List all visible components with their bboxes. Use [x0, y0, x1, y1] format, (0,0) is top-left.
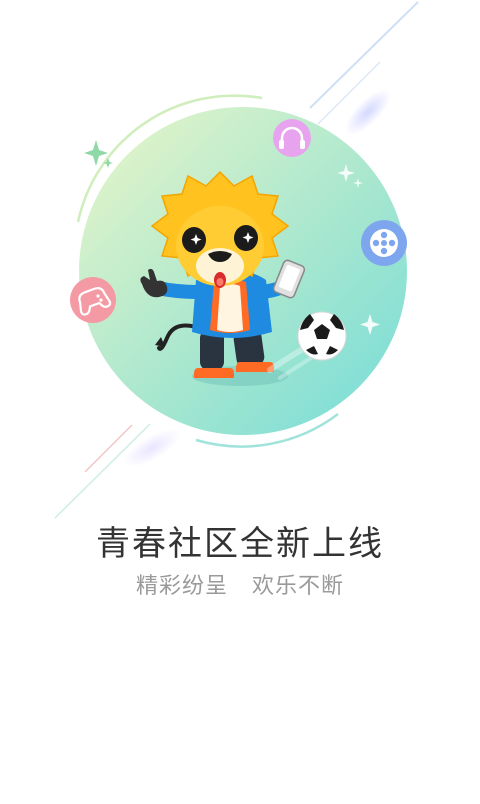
sparkle-icon — [84, 140, 113, 168]
headphones-icon — [273, 119, 311, 157]
splash-illustration — [54, 1, 419, 519]
film-reel-icon — [361, 220, 407, 266]
splash-subtitle: 精彩纷呈 欢乐不断 — [136, 574, 344, 599]
gamepad-icon — [70, 277, 116, 323]
splash-screen: 青春社区全新上线 精彩纷呈 欢乐不断 — [0, 0, 480, 800]
splash-title: 青春社区全新上线 — [96, 524, 384, 564]
